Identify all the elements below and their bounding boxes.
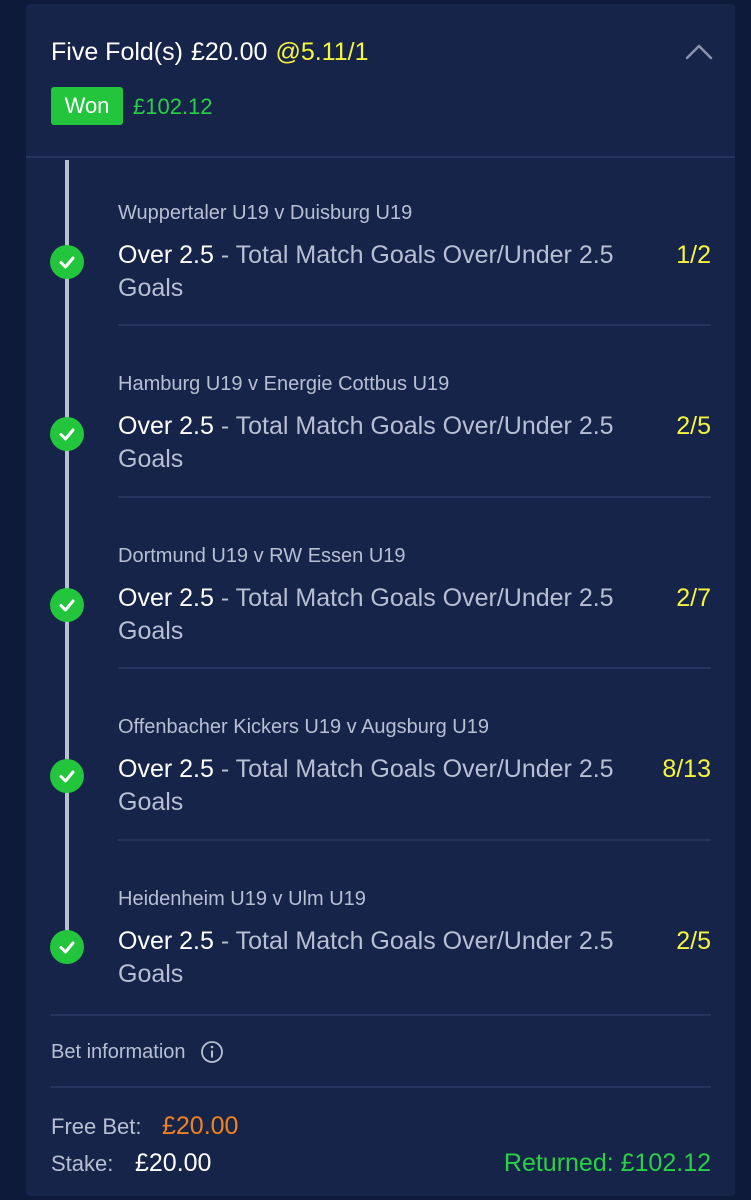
market-description: Over 2.5 - Total Match Goals Over/Under … [118,410,638,476]
bet-stake: £20.00 [190,38,268,66]
market-description: Over 2.5 - Total Match Goals Over/Under … [118,239,638,305]
selection-item: Offenbacher Kickers U19 v Augsburg U19 O… [26,680,735,851]
check-circle-icon [50,588,84,622]
free-bet-label: Free Bet: [51,1114,142,1139]
selection-item: Heidenheim U19 v Ulm U19 Over 2.5 - Tota… [26,852,735,1023]
divider [51,1086,711,1088]
chevron-up-icon[interactable] [684,37,714,67]
market-description: Over 2.5 - Total Match Goals Over/Under … [118,925,638,991]
selection-item: Dortmund U19 v RW Essen U19 Over 2.5 - T… [26,509,735,680]
bet-header[interactable]: Five Fold(s) £20.00 @5.11/1 Won £102.12 [26,4,735,158]
selection-item: Wuppertaler U19 v Duisburg U19 Over 2.5 … [26,166,735,337]
event-name: Wuppertaler U19 v Duisburg U19 [118,202,413,224]
status-badge: Won [51,87,123,125]
selection-name: Over 2.5 [118,584,214,612]
bet-information-label: Bet information [51,1040,186,1063]
selection-price: 2/7 [676,584,711,612]
check-circle-icon [50,417,84,451]
divider [118,839,711,841]
divider [118,324,711,326]
divider [118,496,711,498]
event-name: Heidenheim U19 v Ulm U19 [118,888,366,910]
info-icon[interactable] [200,1040,224,1064]
selection-name: Over 2.5 [118,755,214,783]
selection-name: Over 2.5 [118,241,214,269]
event-name: Hamburg U19 v Energie Cottbus U19 [118,373,450,395]
free-bet-value: £20.00 [162,1112,239,1140]
divider [118,667,711,669]
market-description: Over 2.5 - Total Match Goals Over/Under … [118,753,638,819]
bet-card: Five Fold(s) £20.00 @5.11/1 Won £102.12 Wu… [26,4,735,1196]
selection-name: Over 2.5 [118,927,214,955]
won-amount: £102.12 [133,94,213,119]
divider [51,1014,711,1016]
event-name: Dortmund U19 v RW Essen U19 [118,545,406,567]
bet-information[interactable]: Bet information [51,1040,224,1064]
selection-item: Hamburg U19 v Energie Cottbus U19 Over 2… [26,337,735,508]
check-circle-icon [50,930,84,964]
selection-price: 2/5 [676,927,711,955]
selection-price: 2/5 [676,412,711,440]
stake-label: Stake: [51,1151,114,1176]
stake-value: £20.00 [135,1149,212,1177]
selection-price: 1/2 [676,241,711,269]
market-description: Over 2.5 - Total Match Goals Over/Under … [118,582,638,648]
selection-price: 8/13 [662,755,711,783]
check-circle-icon [50,245,84,279]
bet-type: Five Fold(s) [51,38,183,66]
selection-name: Over 2.5 [118,412,214,440]
bet-title: Five Fold(s) £20.00 @5.11/1 [51,38,368,67]
event-name: Offenbacher Kickers U19 v Augsburg U19 [118,716,489,738]
check-circle-icon [50,759,84,793]
bet-odds: @5.11/1 [275,38,369,66]
returned-amount: Returned: £102.12 [503,1149,711,1177]
